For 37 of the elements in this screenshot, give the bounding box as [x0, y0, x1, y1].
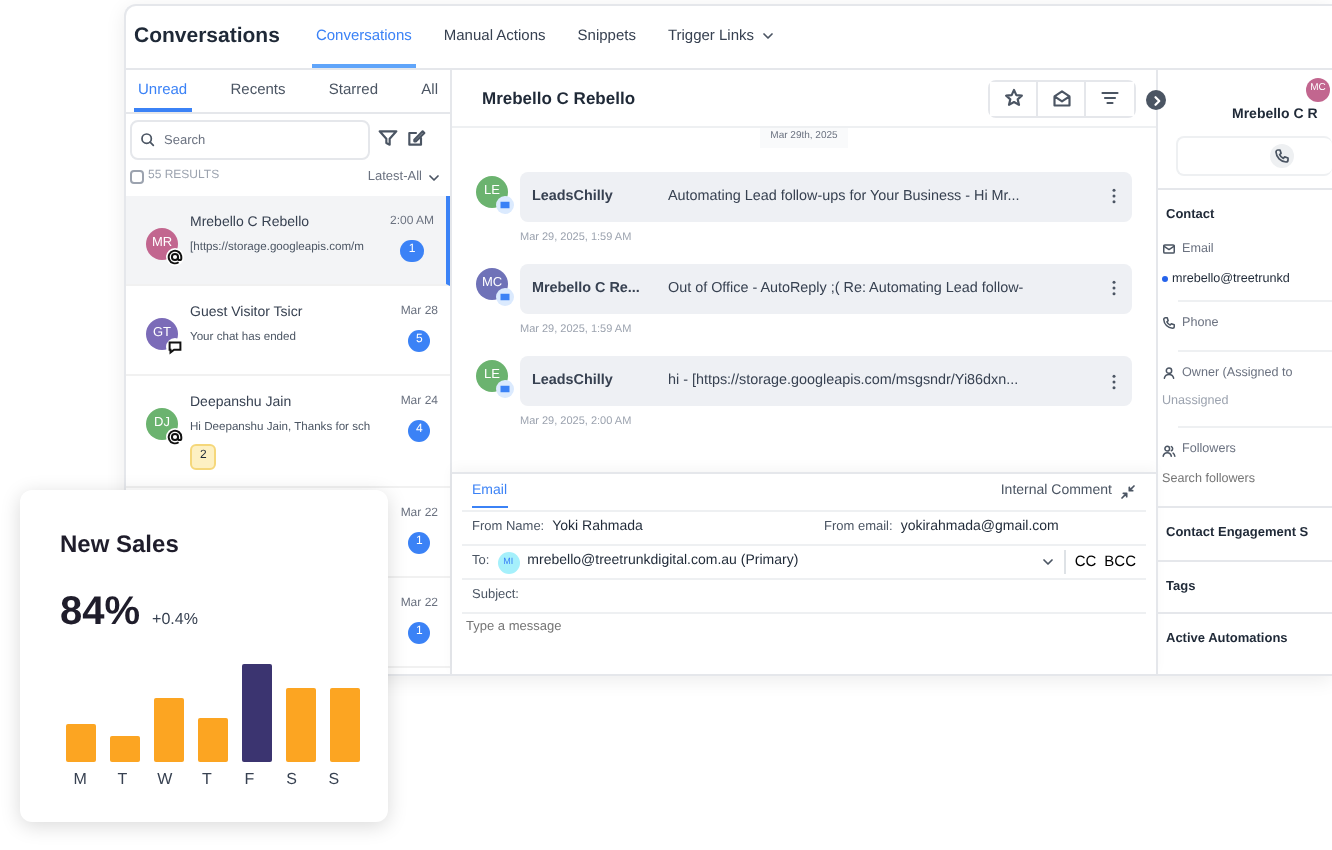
- filter-icon[interactable]: [378, 127, 398, 147]
- phone-icon: [1162, 316, 1176, 331]
- caret-icon: [426, 169, 442, 186]
- day-label: F: [242, 768, 257, 792]
- sales-percentage: 84%: [60, 588, 141, 638]
- star-icon: [1003, 88, 1023, 108]
- conversation-title: Mrebello C Rebello: [482, 85, 636, 111]
- app-title: Conversations: [134, 21, 280, 52]
- envelope-icon: [1051, 88, 1071, 108]
- chat-bubble-icon: [166, 337, 184, 356]
- select-all-checkbox[interactable]: [130, 170, 144, 185]
- phone-icon: [1273, 147, 1289, 163]
- at-sign-icon: [166, 247, 184, 266]
- users-icon: [1162, 443, 1176, 458]
- star-button[interactable]: [990, 81, 1038, 115]
- percentage-change: +0.4%: [152, 608, 198, 632]
- card-title: New Sales: [60, 528, 181, 562]
- call-button[interactable]: [1269, 143, 1293, 167]
- mail-icon: [1162, 242, 1176, 257]
- day-label: S: [284, 768, 299, 792]
- day-label: T: [115, 768, 130, 792]
- primary-dot: [1162, 275, 1168, 282]
- collapse-button[interactable]: [1146, 90, 1166, 110]
- user-icon: [1162, 365, 1176, 380]
- at-sign-icon: [166, 427, 184, 446]
- filter-icon: [1100, 88, 1120, 108]
- mail-badge-icon: [496, 287, 514, 306]
- day-label: S: [326, 768, 342, 792]
- day-label: T: [200, 768, 214, 792]
- mail-badge-icon: [496, 380, 514, 398]
- compose-icon[interactable]: [406, 127, 426, 147]
- day-label: M: [71, 768, 89, 792]
- search-icon: [140, 132, 156, 148]
- mail-badge-icon: [496, 195, 514, 213]
- day-label: W: [155, 768, 175, 792]
- caret-icon[interactable]: [1040, 554, 1057, 570]
- collapse-icon[interactable]: [1120, 484, 1136, 500]
